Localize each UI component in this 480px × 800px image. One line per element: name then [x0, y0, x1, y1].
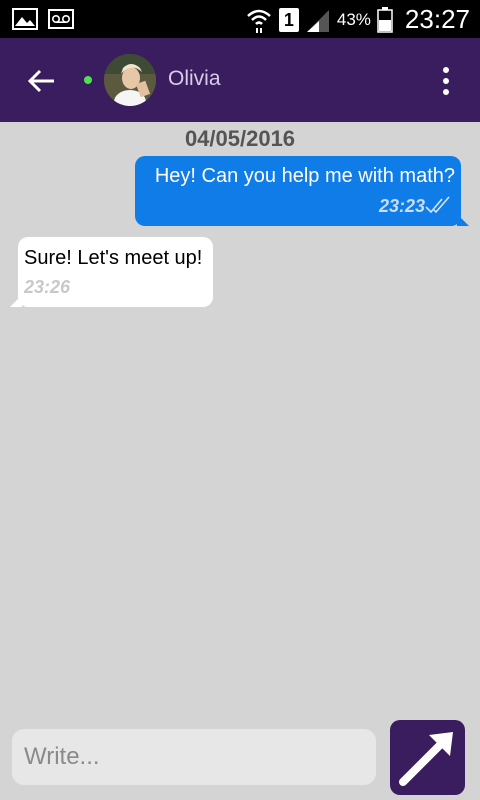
- status-bar-left: [12, 8, 74, 30]
- outgoing-message[interactable]: Hey! Can you help me with math? 23:23: [135, 156, 469, 226]
- image-icon: [12, 8, 38, 30]
- message-input[interactable]: [12, 729, 376, 785]
- contact-name[interactable]: Olivia: [168, 67, 221, 91]
- wifi-icon: [247, 9, 271, 33]
- sim-slot-badge: 1: [278, 7, 299, 32]
- online-status-dot: [84, 76, 92, 84]
- incoming-message[interactable]: Sure! Let's meet up! 23:26: [10, 237, 213, 307]
- avatar-photo: [104, 54, 156, 106]
- message-time: 23:26: [24, 277, 71, 297]
- status-bar-right: 1 43% 23:27: [245, 4, 470, 35]
- back-arrow-icon[interactable]: [24, 64, 58, 98]
- message-text: Hey! Can you help me with math?: [154, 165, 455, 187]
- avatar[interactable]: [104, 54, 156, 106]
- read-double-check-icon: [425, 196, 450, 214]
- more-options-icon[interactable]: [436, 64, 456, 98]
- send-button[interactable]: [390, 720, 465, 795]
- date-separator: 04/05/2016: [184, 126, 296, 151]
- bubble-tail: [10, 295, 22, 307]
- bubble-tail: [457, 214, 469, 226]
- status-time: 23:27: [404, 4, 470, 34]
- status-bar: 1 43% 23:27: [0, 0, 480, 38]
- send-arrow-icon: [399, 732, 453, 786]
- message-time: 23:23: [378, 196, 425, 216]
- chat-header: Olivia: [0, 38, 480, 122]
- voicemail-icon: [48, 9, 74, 29]
- battery-icon: [377, 6, 393, 33]
- battery-percent: 43%: [336, 9, 371, 29]
- signal-icon: [306, 9, 329, 32]
- message-text: Sure! Let's meet up!: [24, 247, 203, 269]
